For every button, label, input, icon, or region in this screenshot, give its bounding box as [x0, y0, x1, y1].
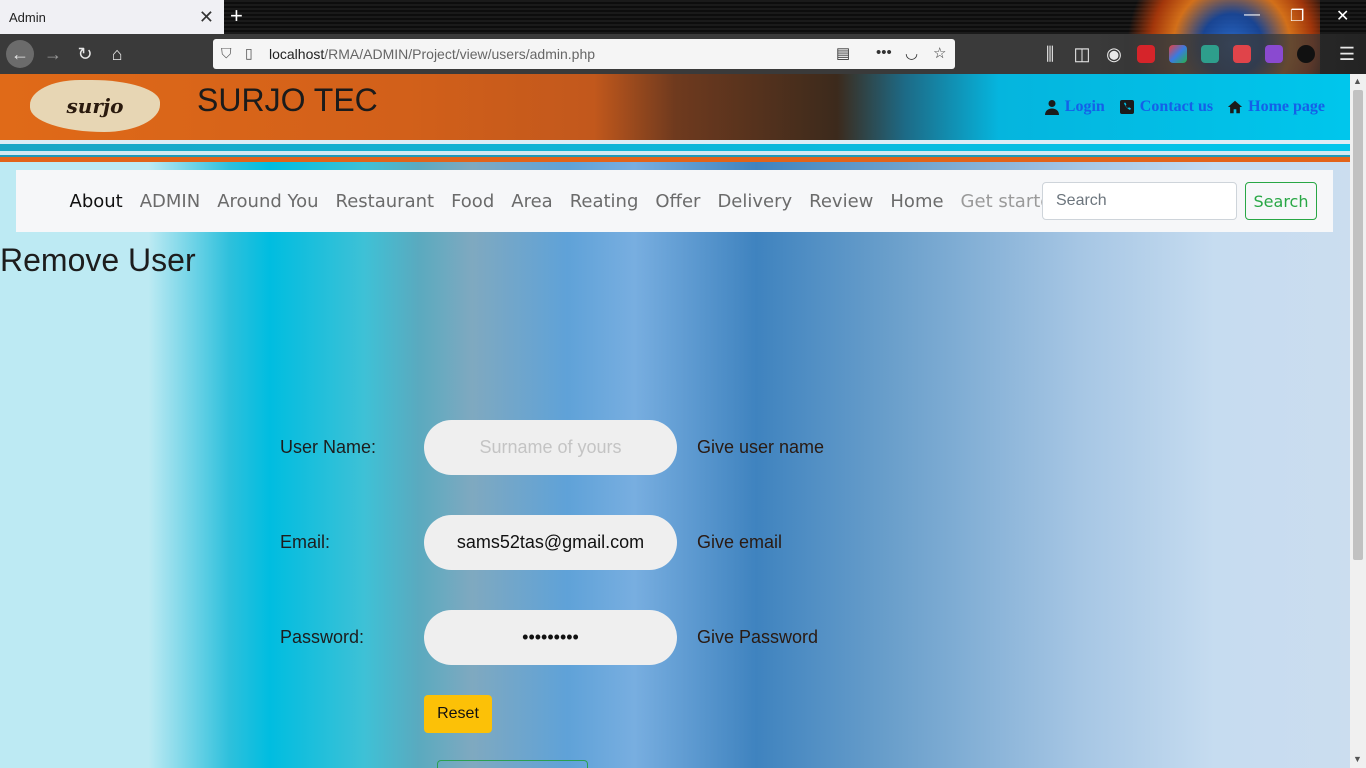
- reader-view-icon[interactable]: ▤: [836, 44, 850, 62]
- scrollbar-thumb[interactable]: [1353, 90, 1363, 560]
- url-path: /RMA/ADMIN/Project/view/users/admin.php: [324, 46, 596, 62]
- scroll-down-arrow-icon[interactable]: ▼: [1353, 754, 1362, 764]
- site-header: surjo SURJO TEC Login Contact us Home pa…: [0, 74, 1350, 140]
- back-arrow-icon[interactable]: ←: [6, 40, 34, 68]
- home-page-link[interactable]: Home page: [1227, 98, 1325, 116]
- shield-icon[interactable]: ⛉: [221, 45, 232, 62]
- close-window-icon[interactable]: ✕: [1336, 6, 1349, 26]
- extension-camera-icon[interactable]: [1233, 45, 1251, 63]
- username-label: User Name:: [280, 437, 377, 457]
- email-label: Email:: [280, 532, 331, 552]
- email-input[interactable]: [424, 515, 677, 570]
- extension-s-icon[interactable]: [1201, 45, 1219, 63]
- minimize-icon[interactable]: —: [1244, 6, 1260, 24]
- menu-item-about[interactable]: About: [61, 191, 131, 212]
- password-hint: Give Password: [697, 627, 819, 647]
- user-icon: [1044, 100, 1059, 115]
- more-actions-icon[interactable]: •••: [876, 44, 892, 61]
- menu-item-reating[interactable]: Reating: [561, 191, 647, 212]
- username-hint: Give user name: [697, 437, 825, 457]
- menu-item-area[interactable]: Area: [503, 191, 561, 212]
- page-title: Remove User: [0, 242, 196, 278]
- browser-tabstrip: Admin ✕ + — ❐ ✕: [0, 0, 1366, 74]
- tab-title: Admin: [9, 9, 46, 25]
- url-bar[interactable]: ⛉ ▯ localhost /RMA/ADMIN/Project/view/us…: [213, 39, 955, 69]
- login-link[interactable]: Login: [1044, 98, 1105, 116]
- brand-title: SURJO TEC: [197, 82, 378, 118]
- bookmark-star-icon[interactable]: ☆: [933, 44, 946, 62]
- menu-item-review[interactable]: Review: [801, 191, 882, 212]
- new-tab-button[interactable]: +: [230, 4, 243, 28]
- phone-icon: [1119, 100, 1134, 114]
- account-icon[interactable]: ◉: [1102, 42, 1126, 66]
- menu-item-delivery[interactable]: Delivery: [709, 191, 801, 212]
- browser-navbar: ← → ↻ ⌂ ⛉ ▯ localhost /RMA/ADMIN/Project…: [0, 34, 1366, 74]
- page-info-icon[interactable]: ▯: [245, 45, 253, 62]
- extension-clock-icon[interactable]: [1297, 45, 1315, 63]
- header-stripes: [0, 140, 1350, 162]
- url-host: localhost: [269, 46, 325, 62]
- page-scrollbar[interactable]: ▲ ▼: [1350, 74, 1366, 768]
- scroll-up-arrow-icon[interactable]: ▲: [1353, 76, 1362, 86]
- search-button[interactable]: Search: [1245, 182, 1317, 220]
- pocket-icon[interactable]: ◡: [905, 44, 918, 62]
- password-label: Password:: [280, 627, 365, 647]
- username-input[interactable]: [424, 420, 677, 475]
- extension-purple-icon[interactable]: [1265, 45, 1283, 63]
- maximize-icon[interactable]: ❐: [1290, 6, 1304, 26]
- login-link-label: Login: [1064, 98, 1105, 115]
- extension-color-icon[interactable]: [1169, 45, 1187, 63]
- contact-link[interactable]: Contact us: [1119, 98, 1213, 116]
- close-tab-icon[interactable]: ✕: [199, 8, 214, 26]
- menu-item-admin[interactable]: ADMIN: [131, 191, 208, 212]
- menu-list: About ADMIN Around You Restaurant Food A…: [61, 191, 1071, 212]
- home-icon[interactable]: ⌂: [105, 42, 129, 66]
- home-page-link-label: Home page: [1248, 98, 1325, 115]
- library-icon[interactable]: ⫼: [1038, 42, 1062, 66]
- extension-red-icon[interactable]: [1137, 45, 1155, 63]
- page-content: surjo SURJO TEC Login Contact us Home pa…: [0, 74, 1350, 768]
- logo-text: surjo: [66, 94, 124, 118]
- header-links: Login Contact us Home page: [1044, 98, 1325, 116]
- main-menu: About ADMIN Around You Restaurant Food A…: [16, 170, 1333, 232]
- menu-item-around-you[interactable]: Around You: [209, 191, 327, 212]
- hamburger-menu-icon[interactable]: ☰: [1335, 42, 1359, 66]
- sidebar-icon[interactable]: ◫: [1070, 42, 1094, 66]
- menu-item-home[interactable]: Home: [882, 191, 952, 212]
- browser-tab[interactable]: Admin ✕: [0, 0, 224, 34]
- reset-button[interactable]: Reset: [424, 695, 492, 733]
- home-icon: [1228, 100, 1243, 114]
- password-input[interactable]: [424, 610, 677, 665]
- forward-arrow-icon[interactable]: →: [41, 42, 65, 66]
- contact-link-label: Contact us: [1139, 98, 1214, 115]
- menu-item-restaurant[interactable]: Restaurant: [327, 191, 443, 212]
- reload-icon[interactable]: ↻: [73, 42, 97, 66]
- menu-item-food[interactable]: Food: [443, 191, 503, 212]
- search-input[interactable]: [1042, 182, 1237, 220]
- email-hint: Give email: [697, 532, 783, 552]
- menu-item-offer[interactable]: Offer: [647, 191, 709, 212]
- submit-button-partial[interactable]: [437, 760, 588, 768]
- site-logo[interactable]: surjo: [30, 80, 160, 132]
